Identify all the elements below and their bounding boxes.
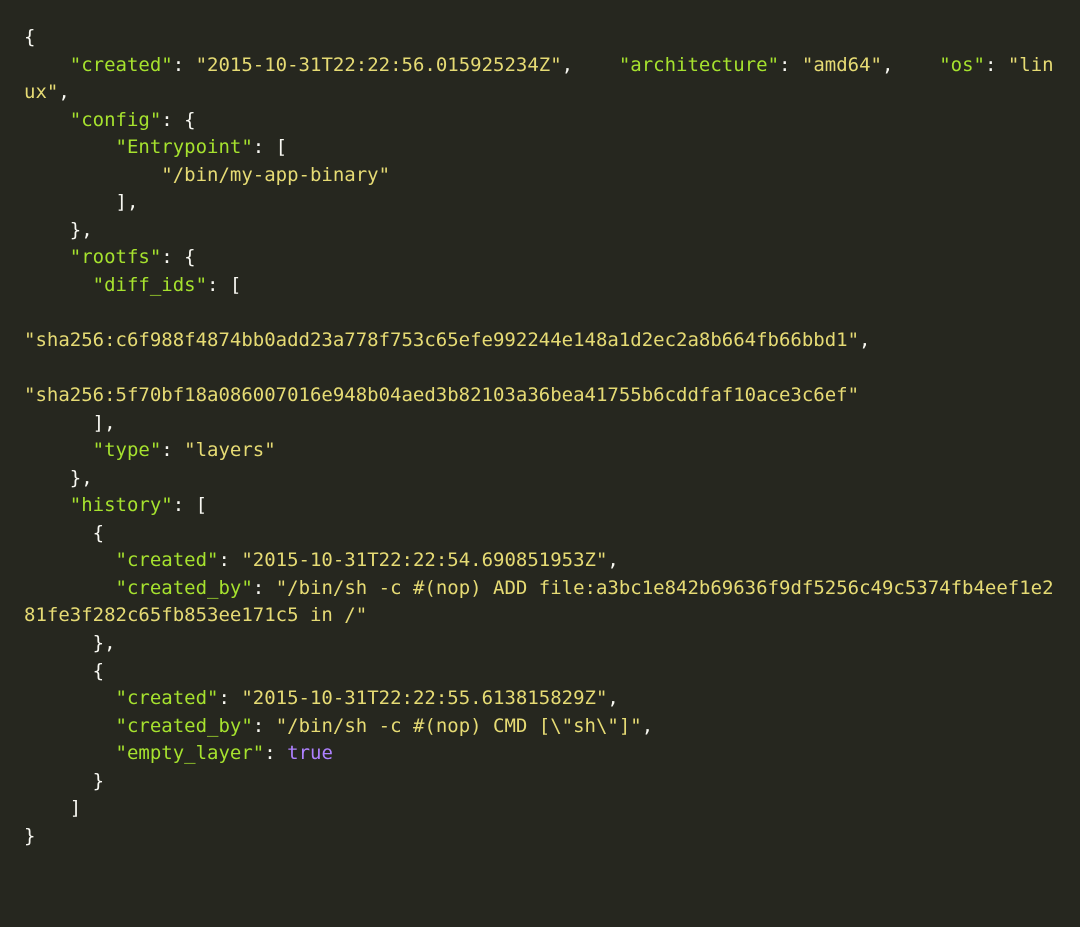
json-string: "amd64" (802, 54, 882, 76)
json-key: "created_by" (116, 577, 253, 599)
json-string: "/bin/sh -c #(nop) CMD [\"sh\"]" (276, 715, 642, 737)
json-key: "Entrypoint" (116, 136, 253, 158)
json-string: "layers" (184, 439, 276, 461)
json-bool: true (287, 742, 333, 764)
json-string: "2015-10-31T22:22:54.690851953Z" (241, 549, 607, 571)
json-key: "type" (93, 439, 162, 461)
json-string: "sha256:c6f988f4874bb0add23a778f753c65ef… (24, 329, 859, 351)
json-key: "architecture" (619, 54, 779, 76)
json-string: "2015-10-31T22:22:56.015925234Z" (196, 54, 562, 76)
json-key: "empty_layer" (116, 742, 265, 764)
json-string: "sha256:5f70bf18a086007016e948b04aed3b82… (24, 384, 859, 406)
json-string: "2015-10-31T22:22:55.613815829Z" (241, 687, 607, 709)
json-string: "/bin/my-app-binary" (161, 164, 390, 186)
json-key: "created_by" (116, 715, 253, 737)
json-key: "created" (116, 549, 219, 571)
json-key: "diff_ids" (93, 274, 207, 296)
code-block: { "created": "2015-10-31T22:22:56.015925… (24, 24, 1056, 850)
json-key: "created" (70, 54, 173, 76)
json-key: "history" (70, 494, 173, 516)
json-key: "rootfs" (70, 246, 162, 268)
json-key: "created" (116, 687, 219, 709)
json-key: "config" (70, 109, 162, 131)
json-key: "os" (939, 54, 985, 76)
